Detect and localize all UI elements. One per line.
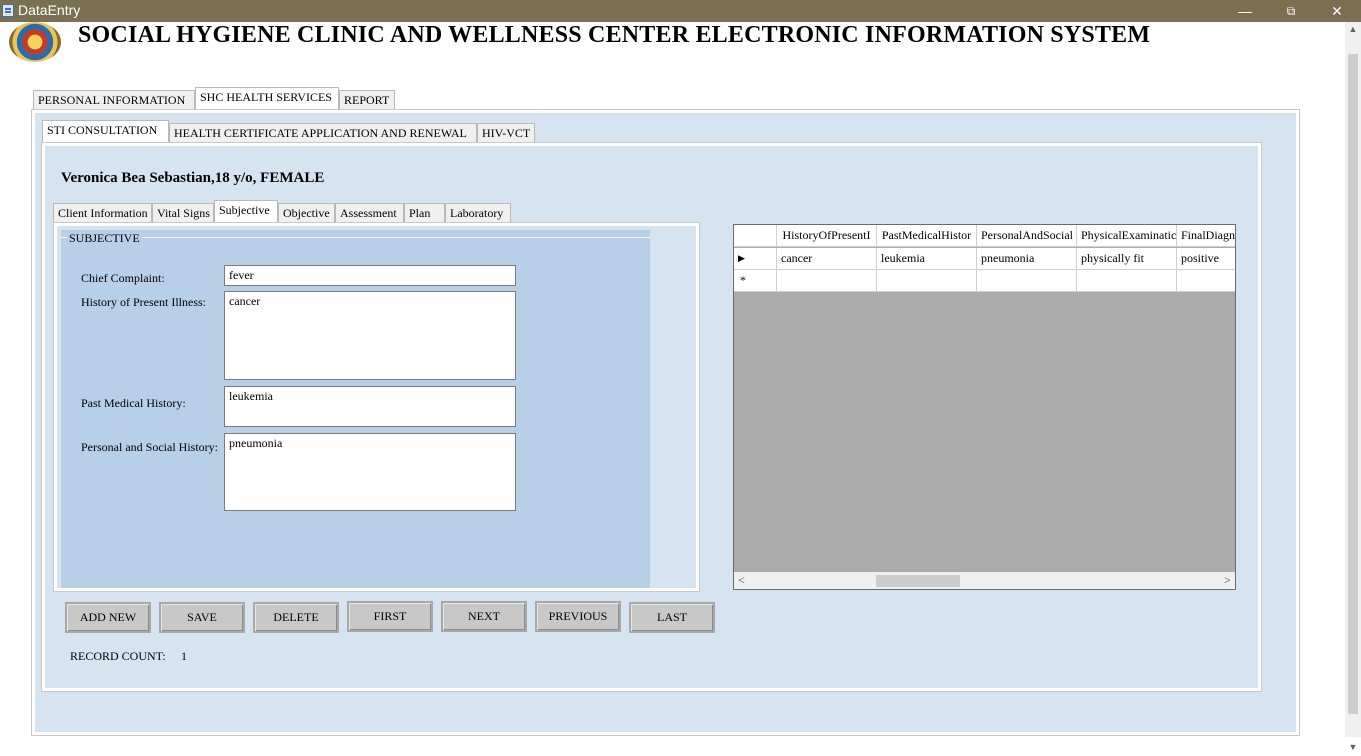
grid-column-header[interactable]: HistoryOfPresentI bbox=[777, 225, 877, 247]
grid-new-cell[interactable] bbox=[877, 270, 977, 292]
grid-scrollbar-thumb[interactable] bbox=[876, 575, 960, 587]
window-title: DataEntry bbox=[18, 2, 81, 18]
personal-social-history-label: Personal and Social History: bbox=[81, 440, 218, 454]
tab-hiv-vct[interactable]: HIV-VCT bbox=[477, 123, 535, 143]
grid-new-cell[interactable] bbox=[977, 270, 1077, 292]
group-box-line bbox=[61, 237, 650, 238]
minimize-icon: — bbox=[1238, 3, 1252, 19]
patient-summary: Veronica Bea Sebastian,18 y/o, FEMALE bbox=[61, 170, 325, 186]
grid-new-cell[interactable] bbox=[1177, 270, 1235, 292]
restore-icon: ⧉ bbox=[1286, 3, 1296, 18]
tab-health-certificate[interactable]: HEALTH CERTIFICATE APPLICATION AND RENEW… bbox=[169, 123, 477, 143]
first-button[interactable]: FIRST bbox=[347, 601, 433, 632]
tab-plan[interactable]: Plan bbox=[404, 203, 445, 223]
grid-cell[interactable]: leukemia bbox=[877, 248, 977, 270]
subjective-group-title: SUBJECTIVE bbox=[67, 231, 142, 246]
grid-corner-header bbox=[734, 225, 777, 247]
chief-complaint-label: Chief Complaint: bbox=[81, 271, 165, 285]
history-present-illness-label: History of Present Illness: bbox=[81, 295, 206, 309]
grid-cell[interactable]: positive bbox=[1177, 248, 1235, 270]
add-new-button[interactable]: ADD NEW bbox=[65, 602, 151, 633]
tab-objective[interactable]: Objective bbox=[278, 203, 335, 223]
grid-cell[interactable]: cancer bbox=[777, 248, 877, 270]
past-medical-history-field[interactable]: leukemia bbox=[224, 386, 516, 427]
app-icon bbox=[2, 4, 14, 17]
scroll-left-icon[interactable]: < bbox=[738, 573, 745, 588]
grid-row-header-new[interactable]: * bbox=[734, 270, 777, 292]
scroll-right-icon[interactable]: > bbox=[1224, 573, 1231, 588]
page-title: SOCIAL HYGIENE CLINIC AND WELLNESS CENTE… bbox=[78, 22, 1151, 48]
save-button[interactable]: SAVE bbox=[159, 602, 245, 633]
title-bar: DataEntry — ⧉ ✕ bbox=[0, 0, 1361, 22]
tab-assessment[interactable]: Assessment bbox=[335, 203, 404, 223]
close-icon: ✕ bbox=[1331, 2, 1343, 19]
history-present-illness-field[interactable]: cancer bbox=[224, 291, 516, 380]
close-button[interactable]: ✕ bbox=[1314, 0, 1360, 22]
scroll-up-icon[interactable]: ▲ bbox=[1345, 24, 1361, 38]
clinic-logo bbox=[9, 22, 61, 62]
grid-row-header-current[interactable]: ▶ bbox=[734, 248, 777, 270]
grid-cell[interactable]: pneumonia bbox=[977, 248, 1077, 270]
previous-button[interactable]: PREVIOUS bbox=[535, 601, 621, 632]
next-button[interactable]: NEXT bbox=[441, 601, 527, 632]
record-count-label: RECORD COUNT: bbox=[70, 649, 166, 663]
last-button[interactable]: LAST bbox=[629, 602, 715, 633]
tab-sti-consultation[interactable]: STI CONSULTATION bbox=[42, 120, 169, 143]
tab-vital-signs[interactable]: Vital Signs bbox=[152, 203, 214, 223]
delete-button[interactable]: DELETE bbox=[253, 602, 339, 633]
grid-column-header[interactable]: PastMedicalHistor bbox=[877, 225, 977, 247]
minimize-button[interactable]: — bbox=[1222, 0, 1268, 22]
window-vertical-scrollbar[interactable]: ▲ ▼ bbox=[1345, 22, 1361, 752]
chief-complaint-field[interactable]: fever bbox=[224, 265, 516, 286]
records-data-grid[interactable]: HistoryOfPresentI PastMedicalHistor Pers… bbox=[733, 224, 1236, 590]
grid-new-cell[interactable] bbox=[777, 270, 877, 292]
grid-horizontal-scrollbar[interactable]: < > bbox=[734, 572, 1235, 589]
grid-column-header[interactable]: PersonalAndSocial bbox=[977, 225, 1077, 247]
past-medical-history-label: Past Medical History: bbox=[81, 396, 186, 410]
maximize-button[interactable]: ⧉ bbox=[1268, 0, 1314, 22]
grid-new-cell[interactable] bbox=[1077, 270, 1177, 292]
tab-laboratory[interactable]: Laboratory bbox=[445, 203, 511, 223]
scroll-down-icon[interactable]: ▼ bbox=[1345, 742, 1361, 756]
tab-personal-information[interactable]: PERSONAL INFORMATION bbox=[33, 90, 195, 110]
record-count-value: 1 bbox=[181, 649, 187, 663]
grid-column-header[interactable]: FinalDiagn bbox=[1177, 225, 1235, 247]
grid-column-header[interactable]: PhysicalExaminatic bbox=[1077, 225, 1177, 247]
tab-client-information[interactable]: Client Information bbox=[53, 203, 152, 223]
personal-social-history-field[interactable]: pneumonia bbox=[224, 433, 516, 511]
grid-cell[interactable]: physically fit bbox=[1077, 248, 1177, 270]
tab-subjective[interactable]: Subjective bbox=[214, 200, 278, 223]
tab-report[interactable]: REPORT bbox=[339, 90, 395, 110]
scrollbar-thumb[interactable] bbox=[1348, 54, 1358, 714]
tab-shc-health-services[interactable]: SHC HEALTH SERVICES bbox=[195, 87, 339, 110]
